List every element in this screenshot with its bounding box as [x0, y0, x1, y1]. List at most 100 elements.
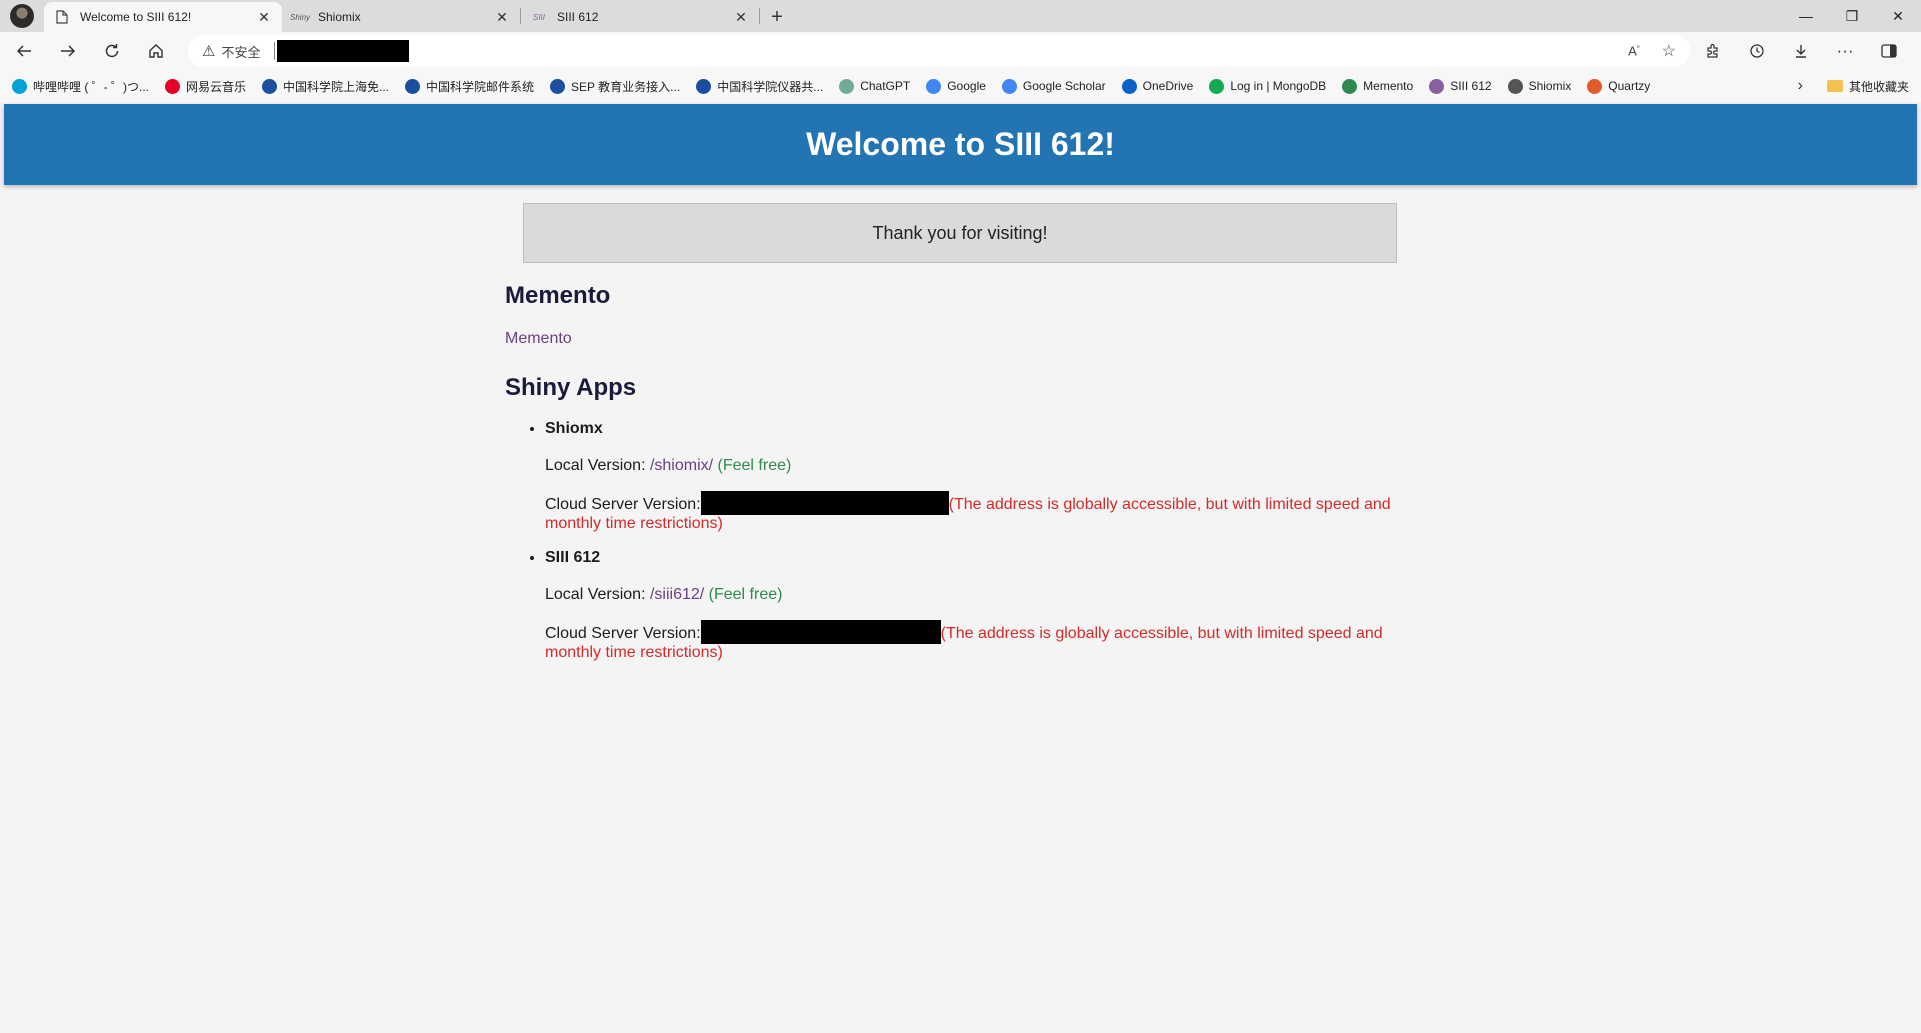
close-tab-icon[interactable]: ✕ [256, 9, 272, 26]
bookmark-label: OneDrive [1142, 79, 1194, 93]
shiny-apps-list: Shiomx Local Version: /shiomix/ (Feel fr… [545, 420, 1405, 662]
bookmark-favicon-icon [839, 78, 855, 94]
folder-icon [1826, 80, 1843, 92]
address-bar[interactable]: ⚠ 不安全 Aⁿ ☆ [188, 35, 1690, 67]
warning-icon[interactable]: ⚠ [202, 42, 215, 60]
list-item: Shiomx Local Version: /shiomix/ (Feel fr… [545, 420, 1405, 533]
bookmark-item[interactable]: Quartzy [1587, 78, 1651, 94]
sidebar-toggle-icon[interactable] [1867, 35, 1911, 67]
bookmark-item[interactable]: 哔哩哔哩 ( ゜- ゜)つ... [12, 78, 149, 95]
redacted-url [277, 40, 410, 62]
favorite-star-icon[interactable]: ☆ [1662, 41, 1676, 61]
bookmark-label: ChatGPT [860, 79, 911, 93]
close-window-icon[interactable]: ✕ [1875, 0, 1921, 32]
bookmark-favicon-icon [696, 78, 712, 94]
bookmark-item[interactable]: SIII 612 [1429, 78, 1492, 94]
bookmark-favicon-icon [1342, 78, 1358, 94]
redacted-cloud-link[interactable] [700, 620, 941, 644]
bookmark-favicon-icon [1121, 78, 1137, 94]
bookmark-label: 网易云音乐 [186, 79, 247, 94]
text-cursor [274, 42, 276, 60]
local-label: Local Version: [545, 586, 650, 603]
tab-title: Shiomix [318, 10, 361, 24]
bookmark-favicon-icon [1587, 78, 1603, 94]
bookmark-label: Google [947, 79, 986, 93]
page-viewport: Welcome to SIII 612! Thank you for visit… [4, 104, 1917, 1029]
bookmark-item[interactable]: 网易云音乐 [165, 78, 246, 95]
extensions-icon[interactable] [1691, 35, 1735, 67]
toolbar-actions: ··· [1691, 32, 1911, 70]
bookmark-item[interactable]: 中国科学院上海免... [262, 78, 389, 95]
bookmark-label: 中国科学院邮件系统 [426, 79, 535, 94]
local-label: Local Version: [545, 457, 650, 474]
bookmark-item[interactable]: 中国科学院邮件系统 [405, 78, 534, 95]
bookmark-label: SEP 教育业务接入... [571, 79, 681, 94]
bookmark-favicon-icon [262, 78, 278, 94]
bookmark-item[interactable]: Google Scholar [1001, 78, 1106, 94]
restore-icon[interactable]: ❐ [1829, 0, 1875, 32]
main-content: Memento Memento Shiny Apps Shiomx Local … [505, 282, 1405, 678]
local-link[interactable]: /shiomix/ [650, 457, 713, 474]
bookmark-item[interactable]: Shiomix [1507, 78, 1572, 94]
bookmark-item[interactable]: SEP 教育业务接入... [550, 78, 680, 95]
cloud-label: Cloud Server Version: [545, 625, 701, 642]
site-header: Welcome to SIII 612! [4, 104, 1917, 185]
redacted-cloud-link[interactable] [700, 491, 949, 515]
bookmark-label: Quartzy [1608, 79, 1651, 93]
bookmark-item[interactable]: ChatGPT [839, 78, 911, 94]
folder-label: 其他收藏夹 [1848, 79, 1909, 94]
other-favorites-folder[interactable]: 其他收藏夹 [1826, 70, 1909, 102]
local-version-line: Local Version: /siii612/ (Feel free) [545, 586, 1405, 604]
new-tab-button[interactable]: + [760, 2, 794, 32]
bookmark-label: SIII 612 [1450, 79, 1492, 93]
shiny-icon: Shiny [290, 12, 311, 22]
profile-button[interactable] [0, 0, 44, 32]
download-icon[interactable] [1779, 35, 1823, 67]
home-icon[interactable] [136, 35, 176, 67]
tab-title: Welcome to SIII 612! [80, 10, 192, 24]
tab-shiomix[interactable]: Shiny Shiomix ✕ [282, 2, 520, 32]
bookmark-item[interactable]: Google [926, 78, 986, 94]
tab-welcome[interactable]: Welcome to SIII 612! ✕ [44, 2, 282, 32]
bookmark-label: Shiomix [1528, 79, 1572, 93]
more-menu-icon[interactable]: ··· [1823, 35, 1867, 67]
notice-box: Thank you for visiting! [523, 203, 1397, 263]
cloud-label: Cloud Server Version: [545, 496, 701, 513]
history-icon[interactable] [1735, 35, 1779, 67]
address-bar-actions: Aⁿ ☆ [1628, 35, 1676, 67]
cloud-version-line: Cloud Server Version: (The address is glo… [545, 491, 1405, 533]
page-icon [54, 9, 70, 25]
close-tab-icon[interactable]: ✕ [494, 9, 510, 26]
read-aloud-icon[interactable]: Aⁿ [1628, 43, 1640, 58]
close-tab-icon[interactable]: ✕ [733, 9, 749, 26]
bookmark-favicon-icon [12, 78, 27, 94]
tab-siii612[interactable]: SIII SIII 612 ✕ [521, 2, 759, 32]
bookmark-item[interactable]: OneDrive [1121, 78, 1194, 94]
chevron-right-icon[interactable]: › [1798, 70, 1803, 102]
security-status[interactable]: 不安全 [221, 42, 260, 61]
bookmark-label: Memento [1363, 79, 1414, 93]
bookmark-label: 哔哩哔哩 ( ゜- ゜)つ... [33, 79, 149, 94]
notice-text: Thank you for visiting! [872, 222, 1048, 243]
window-controls: — ❐ ✕ [1783, 0, 1921, 32]
memento-link[interactable]: Memento [505, 330, 1405, 348]
bookmark-item[interactable]: Log in | MongoDB [1209, 78, 1326, 94]
tab-strip: Welcome to SIII 612! ✕ Shiny Shiomix ✕ S… [0, 0, 1921, 32]
list-item: SIII 612 Local Version: /siii612/ (Feel … [545, 549, 1405, 662]
back-icon[interactable] [4, 35, 44, 67]
forward-icon[interactable] [48, 35, 88, 67]
minimize-icon[interactable]: — [1783, 0, 1829, 32]
feel-free-note: (Feel free) [713, 457, 792, 474]
bookmark-favicon-icon [1209, 78, 1225, 94]
page-title: Welcome to SIII 612! [806, 126, 1115, 162]
app-name: SIII 612 [545, 549, 601, 566]
bookmark-item[interactable]: 中国科学院仪器共... [696, 78, 823, 95]
shiny-apps-heading: Shiny Apps [505, 374, 637, 401]
bookmark-favicon-icon [405, 78, 421, 94]
bookmark-item[interactable]: Memento [1342, 78, 1414, 94]
bookmark-favicon-icon [1507, 78, 1523, 94]
feel-free-note: (Feel free) [704, 586, 783, 603]
local-link[interactable]: /siii612/ [650, 586, 704, 603]
app-name: Shiomx [545, 420, 603, 437]
refresh-icon[interactable] [92, 35, 132, 67]
